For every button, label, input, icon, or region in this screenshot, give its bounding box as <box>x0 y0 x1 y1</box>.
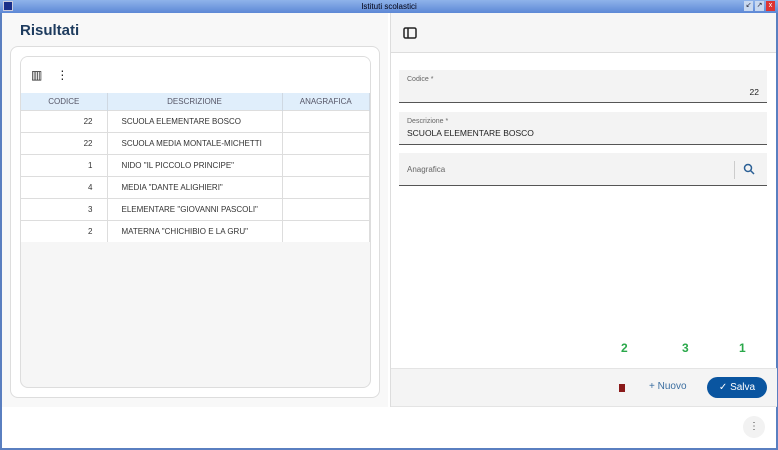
codice-label: Codice * <box>407 76 434 83</box>
check-icon: ✓ <box>718 382 731 393</box>
anagrafica-label: Anagrafica <box>407 165 446 174</box>
columns-icon[interactable]: ▥ <box>31 68 42 82</box>
new-button[interactable]: + Nuovo <box>649 381 687 392</box>
cell-anagrafica <box>282 175 370 198</box>
minimize-button[interactable]: ↙ <box>744 1 753 11</box>
search-icon[interactable] <box>743 163 755 175</box>
maximize-button[interactable]: ↗ <box>755 1 764 11</box>
descrizione-field[interactable]: Descrizione * SCUOLA ELEMENTARE BOSCO <box>399 112 767 145</box>
table-row[interactable]: 3 ELEMENTARE "GIOVANNI PASCOLI" <box>21 197 370 220</box>
annotation-2: 2 <box>621 341 628 355</box>
cell-descrizione: MATERNA "CHICHIBIO E LA GRU" <box>107 219 283 242</box>
codice-value: 22 <box>749 87 759 97</box>
sidebar-toggle-icon[interactable] <box>403 27 417 39</box>
column-header-anagrafica[interactable]: ANAGRAFICA <box>282 93 370 110</box>
title-bar: Istituti scolastici ↙ ↗ x <box>0 0 778 13</box>
codice-field[interactable]: Codice * 22 <box>399 70 767 103</box>
cell-anagrafica <box>282 109 370 132</box>
save-label: Salva <box>730 382 756 393</box>
detail-pane: Codice * 22 Descrizione * SCUOLA ELEMENT… <box>390 13 777 407</box>
table-row[interactable]: 1 NIDO "IL PICCOLO PRINCIPE" <box>21 153 370 176</box>
anagrafica-field[interactable]: Anagrafica <box>399 153 767 186</box>
column-header-codice[interactable]: CODICE <box>21 93 108 110</box>
annotation-3: 3 <box>682 341 689 355</box>
new-label: Nuovo <box>657 381 687 392</box>
results-card: ▥ ⋮ CODICE DESCRIZIONE ANAGRAFICA 22 SCUOL… <box>10 46 380 398</box>
more-vert-icon[interactable]: ⋮ <box>56 68 68 82</box>
cell-anagrafica <box>282 197 370 220</box>
cell-descrizione: MEDIA "DANTE ALIGHIERI" <box>107 175 283 198</box>
plus-icon: + <box>649 381 658 392</box>
results-pane: Risultati ▥ ⋮ CODICE DESCRIZIONE ANAGRAFI… <box>2 13 388 407</box>
cell-anagrafica <box>282 153 370 176</box>
table-row[interactable]: 4 MEDIA "DANTE ALIGHIERI" <box>21 175 370 198</box>
window-title: Istituti scolastici <box>361 2 417 11</box>
cell-descrizione: SCUOLA MEDIA MONTALE-MICHETTI <box>107 131 283 154</box>
descrizione-label: Descrizione * <box>407 118 449 125</box>
more-options-button[interactable]: ⋮ <box>743 416 765 438</box>
cell-codice: 1 <box>21 153 108 176</box>
close-button[interactable]: x <box>766 1 775 11</box>
cell-descrizione: NIDO "IL PICCOLO PRINCIPE" <box>107 153 283 176</box>
cell-codice: 2 <box>21 219 108 242</box>
results-table: CODICE DESCRIZIONE ANAGRAFICA 22 SCUOLA E… <box>21 93 370 242</box>
column-header-descrizione[interactable]: DESCRIZIONE <box>107 93 283 110</box>
page-title: Risultati <box>20 22 80 39</box>
cell-codice: 22 <box>21 109 108 132</box>
table-row[interactable]: 22 SCUOLA MEDIA MONTALE-MICHETTI <box>21 131 370 154</box>
cell-anagrafica <box>282 219 370 242</box>
cell-anagrafica <box>282 131 370 154</box>
annotation-1: 1 <box>739 341 746 355</box>
table-row[interactable]: 2 MATERNA "CHICHIBIO E LA GRU" <box>21 219 370 242</box>
cell-codice: 3 <box>21 197 108 220</box>
results-grid: ▥ ⋮ CODICE DESCRIZIONE ANAGRAFICA 22 SCUOL… <box>20 56 371 388</box>
action-bar: + Nuovo ✓ Salva <box>391 368 777 407</box>
cell-codice: 22 <box>21 131 108 154</box>
cell-codice: 4 <box>21 175 108 198</box>
table-row[interactable]: 22 SCUOLA ELEMENTARE BOSCO <box>21 109 370 132</box>
app-icon <box>3 1 13 11</box>
save-button[interactable]: ✓ Salva <box>707 377 767 398</box>
window-body: Risultati ▥ ⋮ CODICE DESCRIZIONE ANAGRAFI… <box>2 13 777 448</box>
cell-descrizione: SCUOLA ELEMENTARE BOSCO <box>107 109 283 132</box>
cell-descrizione: ELEMENTARE "GIOVANNI PASCOLI" <box>107 197 283 220</box>
descrizione-value: SCUOLA ELEMENTARE BOSCO <box>407 128 534 138</box>
delete-icon[interactable] <box>619 384 625 392</box>
